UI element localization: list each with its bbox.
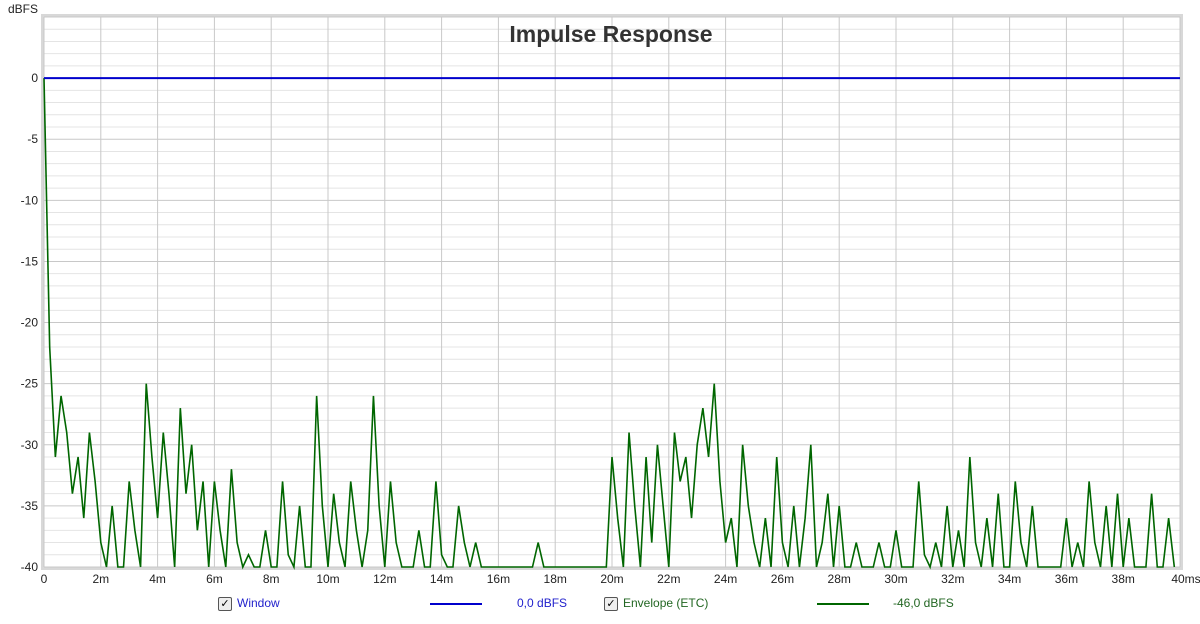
y-tick-label: -5 <box>27 132 38 146</box>
x-tick-label: 6m <box>206 572 223 586</box>
x-tick-label: 10m <box>316 572 339 586</box>
legend-window-label: Window <box>237 596 280 610</box>
x-tick-label: 28m <box>828 572 851 586</box>
x-tick-label: 14m <box>430 572 453 586</box>
legend-envelope-label: Envelope (ETC) <box>623 596 709 610</box>
x-tick-label: 16m <box>487 572 510 586</box>
x-tick-label: 32m <box>941 572 964 586</box>
impulse-response-plot: 0 2m 4m 6m 8m 10m 12m 14m 16m 18m 20m 22m 24m 26m 28m 3… <box>8 2 1200 586</box>
x-tick-label: 22m <box>657 572 680 586</box>
x-tick-label: 4m <box>149 572 166 586</box>
y-tick-label: -10 <box>21 193 39 207</box>
x-tick-label: 18m <box>544 572 567 586</box>
window-checkbox[interactable]: ✓ <box>218 597 232 611</box>
x-tick-label: 12m <box>373 572 396 586</box>
x-tick-label: 30m <box>884 572 907 586</box>
x-tick-label: 8m <box>263 572 280 586</box>
envelope-checkbox[interactable]: ✓ <box>604 597 618 611</box>
y-tick-label: -30 <box>21 438 39 452</box>
x-tick-label: 20m <box>600 572 623 586</box>
x-tick-label: 34m <box>998 572 1021 586</box>
y-tick-label: 0 <box>31 71 38 85</box>
chart-title: Impulse Response <box>509 21 712 47</box>
x-tick-label: 0 <box>41 572 48 586</box>
legend-window-swatch <box>430 603 482 605</box>
y-tick-label: -35 <box>21 499 39 513</box>
legend-window-value: 0,0 dBFS <box>517 596 568 610</box>
legend-envelope-swatch <box>817 603 869 605</box>
legend-envelope-value: -46,0 dBFS <box>893 596 954 610</box>
x-tick-label: 24m <box>714 572 737 586</box>
x-tick-label: 38m <box>1112 572 1135 586</box>
y-tick-label: -40 <box>21 560 39 574</box>
x-tick-label: 36m <box>1055 572 1078 586</box>
y-tick-label: -20 <box>21 316 39 330</box>
chart: 0 2m 4m 6m 8m 10m 12m 14m 16m 18m 20m 22m 24m 26m 28m 3… <box>0 0 1200 624</box>
x-tick-label: 2m <box>92 572 109 586</box>
y-axis-label: dBFS <box>8 2 38 16</box>
x-tick-label: 26m <box>771 572 794 586</box>
y-tick-label: -25 <box>21 377 39 391</box>
x-tick-label: 40ms <box>1171 572 1200 586</box>
y-tick-label: -15 <box>21 254 39 268</box>
